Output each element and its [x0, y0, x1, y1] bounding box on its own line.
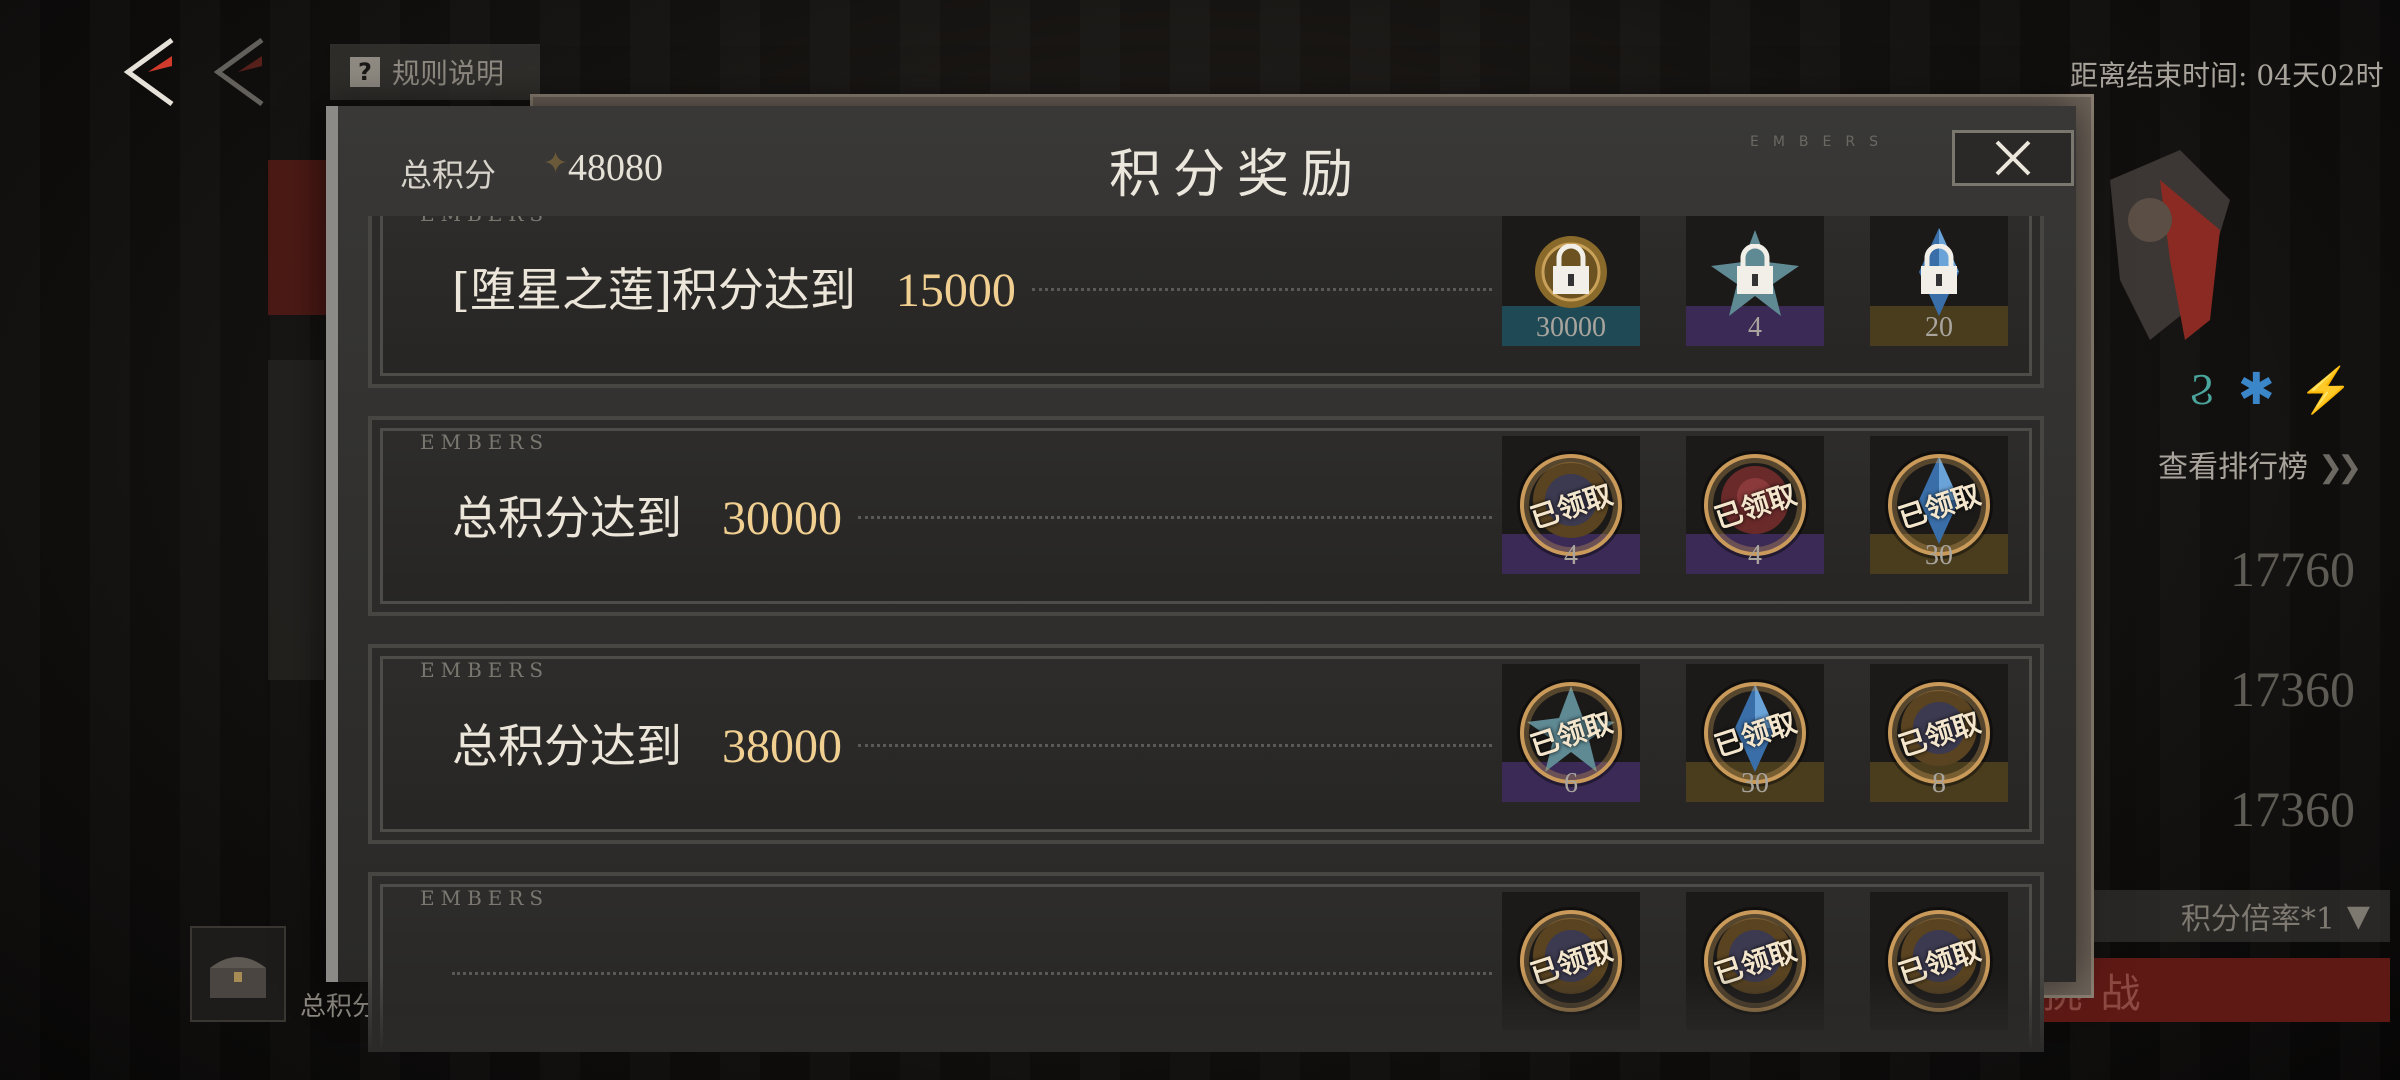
reward-quantity: 30 [1925, 540, 1953, 571]
reward-items: 30000 4 20 [1502, 216, 2008, 346]
treasure-chest-icon [210, 957, 266, 998]
tier-label: [堕星之莲]积分达到 [452, 263, 856, 317]
row-embers-decoration: EMBERS [420, 430, 550, 454]
points-reward-modal: 总积分 ✦ 48080 积分奖励 EMBERS EMBERS [堕星之莲]积分达到… [326, 106, 2076, 1052]
reward-item[interactable]: 4 [1686, 216, 1824, 346]
mech-character-icon [2110, 150, 2230, 340]
tier-label: 总积分达到 [452, 719, 682, 773]
multiplier-label: 积分倍率*1 [2180, 902, 2335, 937]
leaderboard-score: 17360 [2230, 661, 2355, 717]
question-icon: ? [350, 57, 380, 87]
leaderboard-score: 17360 [2230, 781, 2355, 837]
claimed-label: 已领取 [1526, 705, 1617, 764]
modal-header: 总积分 ✦ 48080 积分奖励 EMBERS [338, 106, 2076, 216]
dotted-divider [452, 972, 1492, 975]
reward-tier-row: EMBERS 已领取 已领取 已领取 [368, 872, 2044, 1052]
reward-items: 已领取 6 已领取 30 已领取 8 [1502, 664, 2008, 802]
left-side-panel [268, 360, 324, 680]
claimed-label: 已领取 [1526, 933, 1617, 992]
tier-requirement: 总积分达到 38000 [452, 710, 842, 776]
reward-item[interactable]: 已领取 [1502, 892, 1640, 1030]
reward-item[interactable]: 已领取 4 [1502, 436, 1640, 574]
reward-tier-row: EMBERS 总积分达到 38000 已领取 6 已领取 30 已领取 8 [368, 644, 2044, 844]
reward-quantity: 8 [1932, 768, 1946, 799]
claimed-label: 已领取 [1710, 705, 1801, 764]
close-button[interactable] [1952, 130, 2074, 186]
claimed-label: 已领取 [1894, 705, 1985, 764]
rules-button[interactable]: ? 规则说明 [330, 44, 540, 100]
back-arrow-icon [123, 37, 174, 107]
reward-quantity: 20 [1925, 312, 1953, 343]
row-embers-decoration: EMBERS [420, 658, 550, 682]
reward-quantity: 6 [1564, 768, 1578, 799]
reward-item[interactable]: 已领取 30 [1686, 664, 1824, 802]
claimed-label: 已领取 [1710, 933, 1801, 992]
dotted-divider [1032, 288, 1492, 291]
dotted-divider [858, 744, 1492, 747]
reward-list[interactable]: EMBERS [堕星之莲]积分达到 15000 30000 4 20 EMBERS 总积分达到… [368, 216, 2044, 1052]
claimed-stamp: 已领取 [1520, 910, 1622, 1012]
home-arrow-icon [213, 37, 264, 107]
claimed-label: 已领取 [1710, 477, 1801, 536]
tier-label: 总积分达到 [452, 491, 682, 545]
wind-icon: Ϩ [2190, 364, 2214, 415]
view-leaderboard-link[interactable]: 查看排行榜 ❯❯ [2158, 442, 2362, 486]
home-button[interactable] [212, 36, 272, 108]
triangle-down-icon: ▼ [2346, 898, 2370, 934]
claimed-label: 已领取 [1526, 477, 1617, 536]
tier-threshold: 38000 [722, 720, 842, 773]
treasure-chest-button[interactable] [190, 926, 286, 1022]
embers-decoration: EMBERS [1750, 134, 1892, 150]
reward-item[interactable]: 已领取 [1870, 892, 2008, 1030]
claimed-label: 已领取 [1894, 933, 1985, 992]
double-chevron-icon: ❯❯ [2318, 450, 2362, 485]
reward-item[interactable]: 20 [1870, 216, 2008, 346]
rules-label: 规则说明 [392, 57, 505, 90]
leaderboard-score: 17760 [2230, 541, 2355, 597]
reward-item[interactable]: 已领取 30 [1870, 436, 2008, 574]
reward-list-content: EMBERS [堕星之莲]积分达到 15000 30000 4 20 EMBERS 总积分达到… [368, 216, 2044, 1052]
reward-items: 已领取 已领取 已领取 [1502, 892, 2008, 1030]
reward-quantity: 4 [1748, 540, 1762, 571]
reward-quantity: 30000 [1536, 312, 1606, 343]
reward-item[interactable]: 已领取 6 [1502, 664, 1640, 802]
claimed-stamp: 已领取 [1888, 910, 1990, 1012]
reward-item[interactable]: 已领取 8 [1870, 664, 2008, 802]
row-embers-decoration: EMBERS [420, 886, 550, 910]
event-countdown: 距离结束时间: 04天02时 [2070, 59, 2384, 92]
close-icon [1995, 140, 2031, 176]
score-multiplier-select[interactable]: 积分倍率*1 ▼ [2060, 890, 2390, 942]
reward-quantity: 30 [1741, 768, 1769, 799]
reward-tier-row: EMBERS 总积分达到 30000 已领取 4 已领取 4 已领取 30 [368, 416, 2044, 616]
back-button[interactable] [122, 36, 182, 108]
row-embers-decoration: EMBERS [420, 216, 549, 226]
reward-tier-row: EMBERS [堕星之莲]积分达到 15000 30000 4 20 [368, 216, 2044, 388]
reward-item[interactable]: 已领取 [1686, 892, 1824, 1030]
lock-icon [1737, 244, 1773, 294]
reward-quantity: 4 [1748, 312, 1762, 343]
total-score-label: 总积分 [300, 992, 379, 1022]
tier-threshold: 30000 [722, 492, 842, 545]
tier-requirement: [堕星之莲]积分达到 15000 [452, 254, 1016, 320]
element-icons: Ϩ ✱ ⚡ [2190, 364, 2354, 416]
ice-icon: ✱ [2237, 364, 2275, 415]
tier-threshold: 15000 [895, 264, 1016, 317]
claimed-label: 已领取 [1894, 477, 1985, 536]
reward-items: 已领取 4 已领取 4 已领取 30 [1502, 436, 2008, 574]
reward-item[interactable]: 已领取 4 [1686, 436, 1824, 574]
dotted-divider [858, 516, 1492, 519]
tier-requirement: 总积分达到 30000 [452, 482, 842, 548]
reward-quantity: 4 [1564, 540, 1578, 571]
thunder-icon: ⚡ [2298, 365, 2354, 416]
claimed-stamp: 已领取 [1704, 910, 1806, 1012]
leaderboard-label: 查看排行榜 [2158, 450, 2308, 485]
lock-icon [1921, 244, 1957, 294]
lock-icon [1553, 244, 1589, 294]
reward-item[interactable]: 30000 [1502, 216, 1640, 346]
